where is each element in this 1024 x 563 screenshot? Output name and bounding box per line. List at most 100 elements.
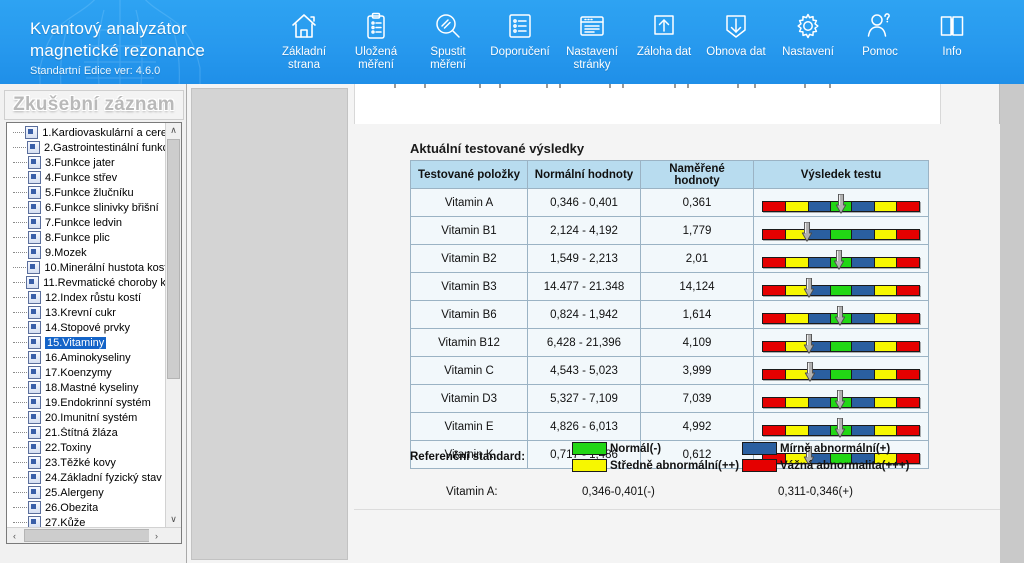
cell-item: Vitamin B6 xyxy=(410,300,528,329)
sidebar-item-label: 11.Revmatické choroby kostí xyxy=(43,276,165,289)
table-row[interactable]: Vitamin B3 14.477 - 21.348 14,124 xyxy=(410,272,929,301)
table-row[interactable]: Vitamin B6 0,824 - 1,942 1,614 xyxy=(410,300,929,329)
gauge-segment-vazna-abnormalita xyxy=(896,398,919,407)
scroll-left-arrow-icon[interactable]: ‹ xyxy=(7,528,22,543)
sidebar-item[interactable]: 20.Imunitní systém xyxy=(7,410,165,425)
gear-icon xyxy=(793,8,823,44)
sidebar-item[interactable]: 11.Revmatické choroby kostí xyxy=(7,275,165,290)
toolbar-button-zaloha-dat[interactable]: Záloha dat xyxy=(628,8,700,78)
toolbar-button-zakladni-strana[interactable]: Základní strana xyxy=(268,8,340,78)
horizontal-scroll-thumb[interactable] xyxy=(24,529,150,542)
toolbar-button-spustit-mereni[interactable]: Spustit měření xyxy=(412,8,484,78)
vertical-scroll-thumb[interactable] xyxy=(167,139,180,379)
toolbar-button-pomoc[interactable]: Pomoc xyxy=(844,8,916,78)
left-gray-placeholder xyxy=(191,88,348,560)
table-row[interactable]: Vitamin B2 1,549 - 2,213 2,01 xyxy=(410,244,929,273)
sidebar-vertical-scrollbar[interactable]: ∧ ∨ xyxy=(165,123,181,527)
cell-normal: 1,549 - 2,213 xyxy=(527,244,641,273)
document-node-icon xyxy=(28,336,41,349)
main-toolbar: Základní strana Uložená měření Spustit m… xyxy=(268,8,988,80)
sidebar-item[interactable]: 5.Funkce žlučníku xyxy=(7,185,165,200)
gauge-segment-vazna-abnormalita xyxy=(896,314,919,323)
toolbar-button-nastaveni[interactable]: Nastavení xyxy=(772,8,844,78)
sidebar-item[interactable]: 25.Alergeny xyxy=(7,485,165,500)
sidebar-item[interactable]: 2.Gastrointestinální funkce xyxy=(7,140,165,155)
cell-measured: 3,999 xyxy=(640,356,754,385)
sidebar-item[interactable]: 26.Obezita xyxy=(7,500,165,515)
sidebar-item[interactable]: 15.Vitaminy xyxy=(7,335,165,350)
sidebar-item[interactable]: 7.Funkce ledvin xyxy=(7,215,165,230)
sidebar-item[interactable]: 21.Štítná žláza xyxy=(7,425,165,440)
cell-result-gauge xyxy=(753,384,929,413)
table-row[interactable]: Vitamin A 0,346 - 0,401 0,361 xyxy=(410,188,929,217)
gauge-bar xyxy=(762,229,920,240)
sidebar-item-label: 4.Funkce střev xyxy=(45,171,118,184)
table-row[interactable]: Vitamin D3 5,327 - 7,109 7,039 xyxy=(410,384,929,413)
toolbar-button-doporuceni[interactable]: Doporučení xyxy=(484,8,556,78)
sidebar-item[interactable]: 12.Index růstu kostí xyxy=(7,290,165,305)
result-gauge xyxy=(762,192,920,214)
toolbar-button-obnova-dat[interactable]: Obnova dat xyxy=(700,8,772,78)
section-title: Aktuální testované výsledky xyxy=(410,141,585,156)
tree-connector xyxy=(13,206,27,209)
sidebar-item[interactable]: 17.Koenzymy xyxy=(7,365,165,380)
sidebar-item[interactable]: 4.Funkce střev xyxy=(7,170,165,185)
toolbar-button-ulozena-mereni[interactable]: Uložená měření xyxy=(340,8,412,78)
toolbar-button-info[interactable]: Info xyxy=(916,8,988,78)
gauge-segment-mirne-abnormalni xyxy=(850,342,874,351)
result-gauge xyxy=(762,416,920,438)
tree-connector xyxy=(13,311,27,314)
document-node-icon xyxy=(26,276,40,289)
detail-range-normal: 0,346-0,401(-) xyxy=(582,486,655,498)
result-gauge xyxy=(762,276,920,298)
gauge-segment-vazna-abnormalita xyxy=(763,314,785,323)
scroll-down-arrow-icon[interactable]: ∨ xyxy=(166,512,181,527)
gauge-segment-vazna-abnormalita xyxy=(763,230,785,239)
sidebar-item-label: 24.Základní fyzický stav xyxy=(45,471,162,484)
gauge-marker-arrow-icon xyxy=(835,417,846,438)
legend-item-mild: Mírně abnormální(+) xyxy=(742,442,890,455)
results-table: Testované položky Normální hodnoty Naměř… xyxy=(410,160,929,469)
gauge-segment-stredne-abnormalni xyxy=(873,314,897,323)
document-node-icon xyxy=(25,126,39,139)
sidebar-title: Zkušební záznam xyxy=(13,94,175,115)
tree-connector xyxy=(13,296,27,299)
sidebar-item[interactable]: 6.Funkce slinivky břišní xyxy=(7,200,165,215)
legend-text-severe: Vážná abnormalita(+++) xyxy=(780,459,910,472)
document-node-icon xyxy=(28,201,41,214)
legend-text-normal: Normál(-) xyxy=(610,442,662,455)
sidebar-item[interactable]: 14.Stopové prvky xyxy=(7,320,165,335)
gauge-marker-arrow-icon xyxy=(803,333,814,354)
toolbar-button-nastaveni-stranky[interactable]: Nastavení stránky xyxy=(556,8,628,78)
top-white-panel xyxy=(354,84,941,125)
cell-result-gauge xyxy=(753,356,929,385)
table-row[interactable]: Vitamin B12 6,428 - 21,396 4,109 xyxy=(410,328,929,357)
sidebar-item[interactable]: 19.Endokrinní systém xyxy=(7,395,165,410)
table-row[interactable]: Vitamin E 4,826 - 6,013 4,992 xyxy=(410,412,929,441)
table-row[interactable]: Vitamin C 4,543 - 5,023 3,999 xyxy=(410,356,929,385)
document-node-icon xyxy=(28,306,41,319)
sidebar-tree[interactable]: 1.Kardiovaskulární a cerebrova 2.Gastroin… xyxy=(7,123,165,529)
column-header-normal: Normální hodnoty xyxy=(527,160,641,189)
document-node-icon xyxy=(28,291,41,304)
sidebar-horizontal-scrollbar[interactable]: ‹ › xyxy=(7,527,181,543)
sidebar-item[interactable]: 13.Krevní cukr xyxy=(7,305,165,320)
sidebar-item[interactable]: 23.Těžké kovy xyxy=(7,455,165,470)
sidebar-item[interactable]: 1.Kardiovaskulární a cerebrova xyxy=(7,125,165,140)
table-row[interactable]: Vitamin B1 2,124 - 4,192 1,779 xyxy=(410,216,929,245)
scroll-right-arrow-icon[interactable]: › xyxy=(149,528,164,543)
cell-normal: 4,543 - 5,023 xyxy=(527,356,641,385)
scroll-up-arrow-icon[interactable]: ∧ xyxy=(166,123,181,138)
sidebar-item[interactable]: 16.Aminokyseliny xyxy=(7,350,165,365)
gauge-segment-mirne-abnormalni xyxy=(850,370,874,379)
sidebar-item[interactable]: 8.Funkce plic xyxy=(7,230,165,245)
sidebar-item[interactable]: 22.Toxiny xyxy=(7,440,165,455)
sidebar-item[interactable]: 3.Funkce jater xyxy=(7,155,165,170)
sidebar-item[interactable]: 9.Mozek xyxy=(7,245,165,260)
sidebar-item[interactable]: 10.Minerální hustota kostí xyxy=(7,260,165,275)
result-gauge xyxy=(762,388,920,410)
sidebar-item[interactable]: 24.Základní fyzický stav xyxy=(7,470,165,485)
gauge-segment-mirne-abnormalni xyxy=(807,258,831,267)
sidebar-item[interactable]: 18.Mastné kyseliny xyxy=(7,380,165,395)
legend-text-moderate: Středně abnormální(++) xyxy=(610,459,740,472)
